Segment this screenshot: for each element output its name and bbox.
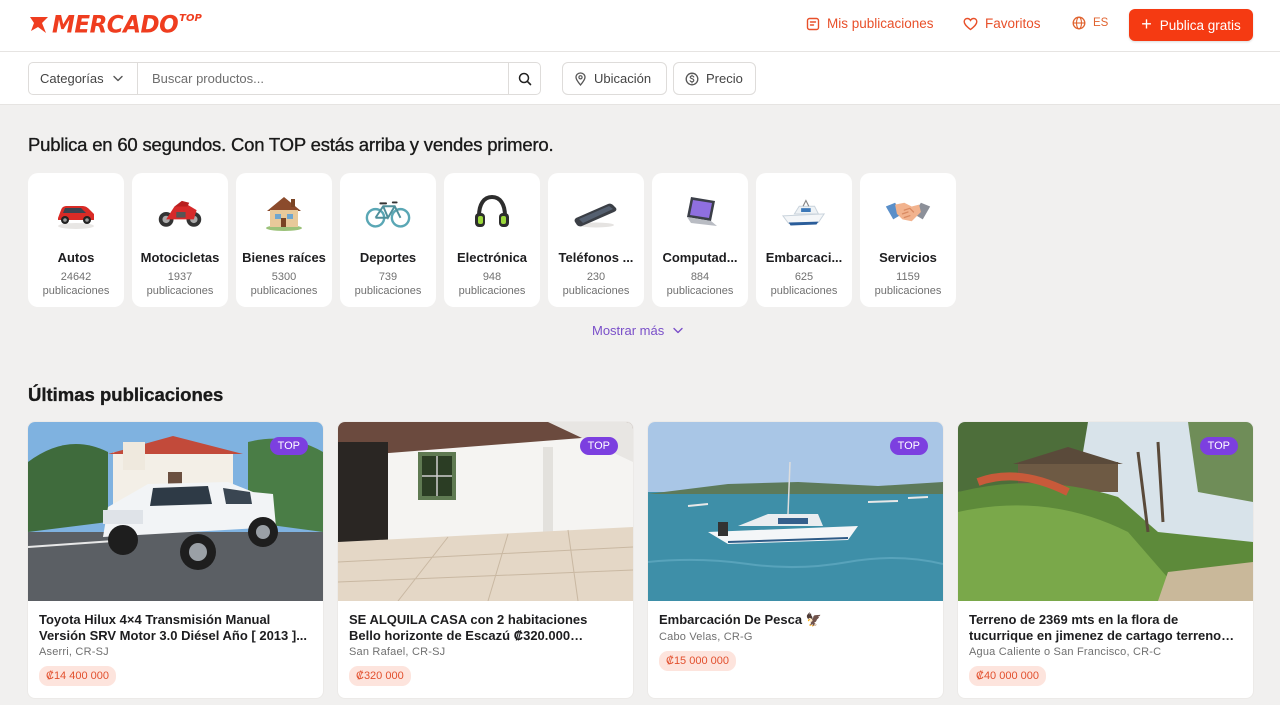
- search-bar: Categorías Ubicación Precio: [0, 52, 1280, 105]
- boat-icon: [780, 188, 828, 236]
- logo-arrow-icon: [30, 17, 48, 33]
- listing-location: Agua Caliente o San Francisco, CR-C: [969, 646, 1162, 658]
- category-count: 625 publicaciones: [770, 271, 838, 297]
- category-card-electronica[interactable]: Electrónica 948 publicaciones: [444, 173, 540, 307]
- category-count: 24642 publicaciones: [42, 271, 110, 297]
- category-count: 884 publicaciones: [666, 271, 734, 297]
- category-dropdown[interactable]: Categorías: [29, 63, 138, 94]
- category-count: 739 publicaciones: [354, 271, 422, 297]
- listing-card[interactable]: TOP Toyota Hilux 4×4 Transmisión Manual …: [28, 422, 323, 698]
- listing-price: ₡320 000: [349, 666, 411, 686]
- show-more-label: Mostrar más: [592, 323, 665, 338]
- search-group: Categorías: [28, 62, 541, 95]
- listing-title: Embarcación De Pesca 🦅: [659, 612, 822, 627]
- listing-title: Toyota Hilux 4×4 Transmisión Manual Vers…: [39, 612, 308, 643]
- my-posts-label: Mis publicaciones: [827, 16, 934, 31]
- location-pin-icon: [575, 71, 586, 86]
- category-card-computadoras[interactable]: Computad... 884 publicaciones: [652, 173, 748, 307]
- category-name: Motocicletas: [140, 250, 220, 265]
- listing-card[interactable]: TOP Terreno de 2369 mts en la flora de t…: [958, 422, 1253, 698]
- listing-location: Cabo Velas, CR-G: [659, 631, 753, 643]
- listing-photo-boat: TOP: [648, 422, 943, 601]
- top-badge: TOP: [889, 437, 928, 455]
- category-card-deportes[interactable]: Deportes 739 publicaciones: [340, 173, 436, 307]
- category-name: Servicios: [879, 250, 937, 265]
- laptop-icon: [676, 188, 724, 236]
- category-name: Deportes: [359, 250, 417, 265]
- top-badge: TOP: [1199, 437, 1238, 455]
- language-label: ES: [1093, 17, 1109, 29]
- category-card-embarcaciones[interactable]: Embarcaci... 625 publicaciones: [756, 173, 852, 307]
- category-name: Computad...: [662, 250, 738, 265]
- language-selector[interactable]: ES: [1072, 16, 1108, 30]
- chevron-down-icon: [112, 75, 123, 82]
- phone-icon: [572, 188, 620, 236]
- listing-title: Terreno de 2369 mts en la flora de tucur…: [969, 612, 1222, 643]
- house-icon: [260, 188, 308, 236]
- handshake-icon: [884, 188, 932, 236]
- category-dropdown-label: Categorías: [40, 71, 104, 86]
- publish-label: Publica gratis: [1159, 17, 1241, 33]
- car-icon: [52, 188, 100, 236]
- category-card-autos[interactable]: Autos 24642 publicaciones: [28, 173, 124, 307]
- publish-free-button[interactable]: + Publica gratis: [1129, 9, 1253, 41]
- show-more-button[interactable]: Mostrar más: [592, 323, 683, 338]
- category-name: Teléfonos ...: [558, 250, 634, 265]
- brand-sup: TOP: [179, 13, 202, 24]
- listing-location: San Rafael, CR-SJ: [349, 646, 446, 658]
- brand-name: MERCADO: [52, 11, 179, 39]
- brand-logo[interactable]: MERCADO TOP: [28, 11, 202, 39]
- headphones-icon: [468, 188, 516, 236]
- category-name: Electrónica: [456, 250, 528, 265]
- listing-price: ₡15 000 000: [659, 651, 736, 671]
- heart-icon: [963, 17, 978, 30]
- price-filter-button[interactable]: Precio: [673, 62, 756, 95]
- top-header: MERCADO TOP Mis publicaciones Favoritos …: [0, 0, 1280, 52]
- category-count: 5300 publicaciones: [250, 271, 318, 297]
- listing-card[interactable]: TOP Embarcación De Pesca 🦅 Cabo Velas, C…: [648, 422, 943, 698]
- chevron-down-icon: [673, 327, 683, 334]
- favorites-label: Favoritos: [985, 16, 1041, 31]
- location-filter-label: Ubicación: [594, 71, 652, 86]
- category-count: 230 publicaciones: [562, 271, 630, 297]
- listing-photo-truck: TOP: [28, 422, 323, 601]
- category-count: 1937 publicaciones: [146, 271, 214, 297]
- plus-icon: +: [1141, 14, 1152, 34]
- category-count: 1159 publicaciones: [874, 271, 942, 297]
- category-card-motocicletas[interactable]: Motocicletas 1937 publicaciones: [132, 173, 228, 307]
- search-input[interactable]: [138, 63, 508, 94]
- my-posts-link[interactable]: Mis publicaciones: [806, 16, 934, 31]
- bicycle-icon: [364, 188, 412, 236]
- location-filter-button[interactable]: Ubicación: [562, 62, 667, 95]
- category-name: Embarcaci...: [765, 250, 843, 265]
- price-filter-label: Precio: [706, 71, 743, 86]
- promo-heading: Publica en 60 segundos. Con TOP estás ar…: [28, 134, 554, 155]
- listing-title: SE ALQUILA CASA con 2 habitaciones Bello…: [349, 612, 588, 643]
- category-card-servicios[interactable]: Servicios 1159 publicaciones: [860, 173, 956, 307]
- top-badge: TOP: [579, 437, 618, 455]
- latest-heading: Últimas publicaciones: [28, 384, 224, 405]
- dollar-circle-icon: [685, 72, 699, 85]
- category-card-bienes-raices[interactable]: Bienes raíces 5300 publicaciones: [236, 173, 332, 307]
- listing-price: ₡14 400 000: [39, 666, 116, 686]
- document-icon: [806, 17, 820, 30]
- listing-card[interactable]: TOP SE ALQUILA CASA con 2 habitaciones B…: [338, 422, 633, 698]
- category-name: Autos: [57, 250, 95, 265]
- listing-photo-house-interior: TOP: [338, 422, 633, 601]
- category-count: 948 publicaciones: [458, 271, 526, 297]
- search-icon: [518, 72, 531, 85]
- top-badge: TOP: [269, 437, 308, 455]
- listing-location: Aserri, CR-SJ: [39, 646, 109, 658]
- search-button[interactable]: [508, 63, 540, 94]
- motorcycle-icon: [156, 188, 204, 236]
- category-name: Bienes raíces: [242, 250, 326, 265]
- category-card-telefonos[interactable]: Teléfonos ... 230 publicaciones: [548, 173, 644, 307]
- listing-price: ₡40 000 000: [969, 666, 1046, 686]
- globe-icon: [1072, 16, 1086, 30]
- listing-photo-land: TOP: [958, 422, 1253, 601]
- favorites-link[interactable]: Favoritos: [963, 16, 1041, 31]
